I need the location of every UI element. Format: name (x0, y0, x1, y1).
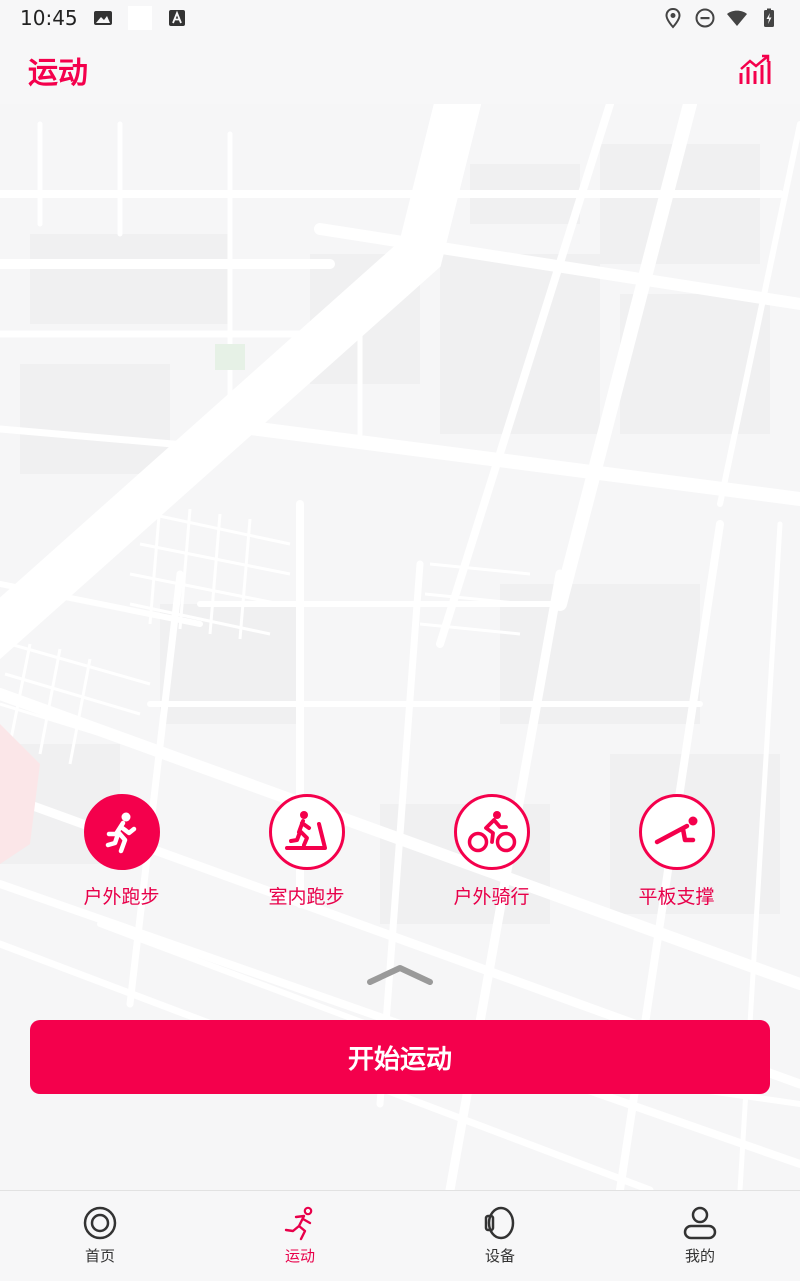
sport-item-outdoor-cycling[interactable]: 户外骑行 (399, 794, 584, 914)
run-icon (284, 1206, 313, 1241)
bottom-tab-bar: 首页 运动 设备 我的 (0, 1190, 800, 1281)
wifi-icon (727, 10, 747, 26)
tab-device[interactable]: 设备 (400, 1191, 600, 1281)
font-a-icon (168, 10, 185, 26)
sport-label: 户外骑行 (453, 886, 530, 908)
gallery-icon (93, 11, 112, 25)
home-target-icon (83, 1206, 117, 1240)
start-workout-button[interactable]: 开始运动 (30, 1020, 770, 1094)
chevron-up-icon[interactable] (364, 960, 436, 990)
profile-icon (683, 1206, 717, 1240)
sport-icon-button[interactable] (268, 794, 345, 870)
page-title: 运动 (28, 56, 88, 91)
sport-icon-button[interactable] (453, 794, 530, 870)
sport-label: 平板支撑 (638, 886, 715, 908)
sport-label: 室内跑步 (268, 886, 345, 908)
tab-profile[interactable]: 我的 (600, 1191, 800, 1281)
status-time: 10:45 (20, 6, 78, 30)
location-icon (665, 7, 681, 29)
app-header: 运动 (0, 36, 800, 104)
battery-icon (764, 8, 774, 27)
tab-home[interactable]: 首页 (0, 1191, 200, 1281)
treadmill-icon (284, 811, 327, 850)
status-bar: 10:45 (0, 0, 800, 36)
watch-icon (484, 1206, 515, 1240)
tab-label: 首页 (84, 1247, 115, 1265)
do-not-disturb-icon (695, 8, 715, 28)
tab-label: 我的 (684, 1247, 715, 1265)
tab-label: 运动 (284, 1247, 315, 1265)
sport-item-treadmill[interactable]: 室内跑步 (214, 794, 399, 914)
bicycle-icon (467, 811, 516, 853)
tab-sport[interactable]: 运动 (200, 1191, 400, 1281)
sport-label: 户外跑步 (83, 886, 160, 908)
sport-type-selector: 户外跑步 室内跑步 户外骑行 平板支撑 (0, 794, 800, 914)
tab-label: 设备 (484, 1247, 515, 1265)
notification-placeholder-icon (127, 6, 152, 30)
sport-icon-button[interactable] (83, 794, 160, 870)
outdoor-run-icon (105, 812, 136, 854)
sport-item-outdoor-run[interactable]: 户外跑步 (29, 794, 214, 914)
statistics-chart-icon[interactable] (738, 53, 772, 87)
sport-item-plank[interactable]: 平板支撑 (584, 794, 769, 914)
sport-icon-button[interactable] (638, 794, 715, 870)
plank-icon (654, 816, 697, 845)
